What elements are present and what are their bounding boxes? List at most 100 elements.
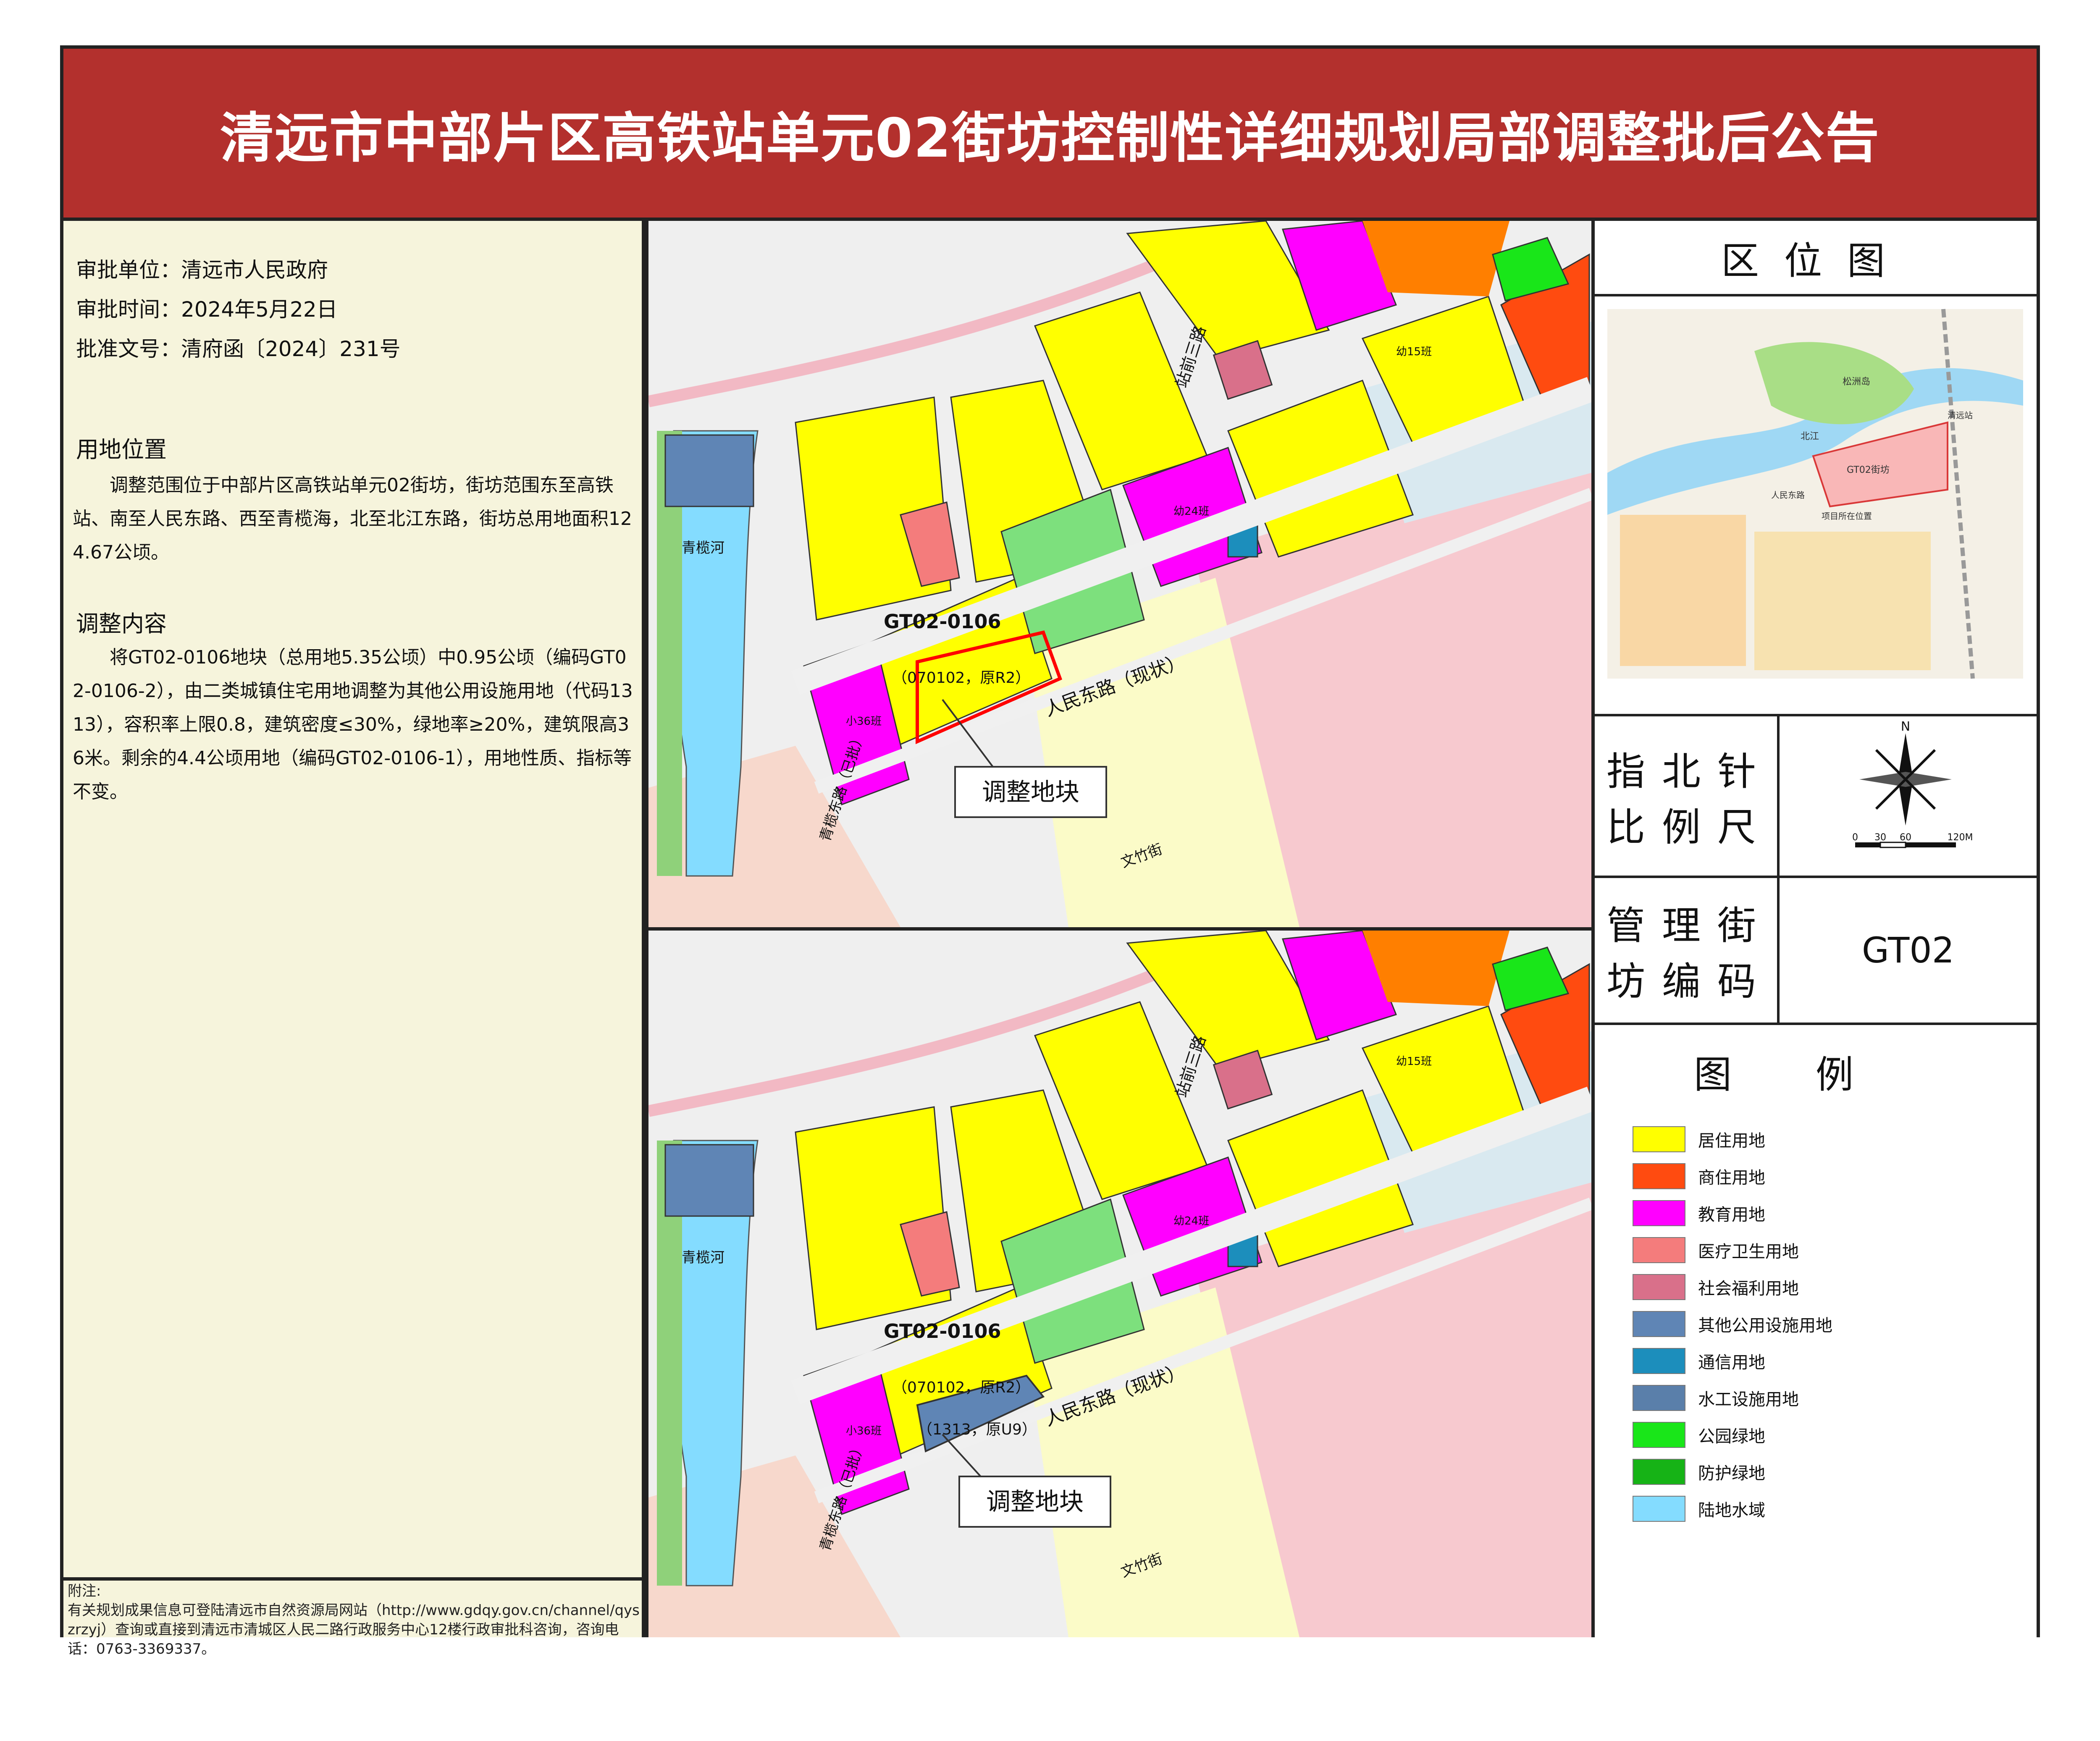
kinder-label-after: 幼15班	[1396, 1055, 1432, 1068]
school-label-before: 小36班	[846, 715, 882, 728]
legend-swatch	[1633, 1163, 1685, 1189]
kinder-label-before: 幼15班	[1396, 346, 1432, 358]
legend-swatch	[1633, 1311, 1685, 1337]
block-code-label: 管理街 坊编码	[1595, 878, 1780, 1023]
school2-label-after: 幼24班	[1173, 1215, 1209, 1227]
legend-item: 通信用地	[1633, 1348, 1765, 1374]
map-before-svg: 青榄河 GT02-0106 （070102，原R2） 人民东路（现状） 青榄东路…	[648, 221, 1591, 927]
legend-swatch	[1633, 1496, 1685, 1522]
parcel-code-after: GT02-0106	[884, 1320, 1001, 1342]
parcel-original-before: （070102，原R2）	[892, 669, 1030, 687]
page-title: 清远市中部片区高铁站单元02街坊控制性详细规划局部调整批后公告	[220, 107, 1880, 170]
block-code-label-1: 管理街	[1606, 903, 1773, 948]
legend-label: 水工设施用地	[1698, 1390, 1799, 1409]
block-code-label-2: 坊编码	[1606, 959, 1773, 1004]
north-scale-label-2: 比例尺	[1606, 805, 1773, 850]
location-heading: 用地位置	[76, 436, 167, 463]
scale-bar	[1855, 842, 1956, 848]
legend-list: 居住用地商住用地教育用地医疗卫生用地 社会福利用地其他公用设施用地 通信用地水工设施…	[1595, 1126, 2037, 1588]
legend-label: 医疗卫生用地	[1698, 1242, 1799, 1261]
legend-item: 陆地水域	[1633, 1495, 1765, 1522]
legend-swatch	[1633, 1422, 1685, 1448]
legend-swatch	[1633, 1237, 1685, 1263]
scale-tick-0: 0	[1852, 832, 1858, 843]
adjustment-heading: 调整内容	[76, 611, 167, 637]
parcel-new-after: （1313，原U9）	[917, 1421, 1037, 1438]
legend-item: 商住用地	[1633, 1163, 1765, 1190]
legend-label: 其他公用设施用地	[1698, 1316, 1832, 1335]
adjustment-text: 将GT02-0106地块（总用地5.35公顷）中0.95公顷（编码GT02-01…	[73, 647, 633, 802]
notes-block: 附注: 有关规划成果信息可登陆清远市自然资源局网站（http://www.gdq…	[68, 1581, 643, 1741]
approval-unit-value: 清远市人民政府	[181, 258, 328, 282]
north-scale-cell: 指北针 比例尺 N 0 30 60 120M	[1595, 716, 2037, 878]
location-map-title-cell: 区位图	[1595, 221, 2037, 296]
divider-left	[645, 221, 648, 1637]
legend-label: 商住用地	[1698, 1168, 1765, 1188]
legend-item: 社会福利用地	[1633, 1274, 1799, 1301]
block-code-cell: 管理街 坊编码 GT02	[1595, 878, 2037, 1025]
legend-label: 社会福利用地	[1698, 1279, 1799, 1298]
legend-swatch	[1633, 1274, 1685, 1300]
map-after-svg: 青榄河 GT02-0106 （070102，原R2） （1313，原U9） 人民…	[648, 931, 1591, 1637]
north-label: N	[1901, 719, 1910, 734]
approval-time-value: 2024年5月22日	[181, 297, 338, 322]
scale-tick-60: 60	[1900, 832, 1911, 843]
legend-label: 通信用地	[1698, 1353, 1765, 1372]
north-scale-label: 指北针 比例尺	[1595, 716, 1780, 876]
approval-doc-value: 清府函〔2024〕231号	[181, 337, 401, 361]
loc-label-station: 清远站	[1948, 410, 1973, 420]
legend-item: 其他公用设施用地	[1633, 1311, 1832, 1337]
legend-item: 教育用地	[1633, 1200, 1765, 1227]
north-arrow-icon	[1859, 733, 1952, 826]
approval-unit-label: 审批单位：	[76, 258, 181, 282]
legend-title-cell: 图例	[1595, 1025, 2037, 1117]
poster-frame: 清远市中部片区高铁站单元02街坊控制性详细规划局部调整批后公告 审批单位：清远市…	[60, 45, 2040, 1657]
legend-label: 陆地水域	[1698, 1501, 1765, 1520]
side-panel: 区位图 松洲岛 GT02街坊 北江 人民东路 项目所在位置 清远站 指北针 比例…	[1595, 221, 2037, 1637]
loc-label-island: 松洲岛	[1843, 377, 1870, 387]
divider-right	[1591, 221, 1595, 1637]
parcel-code-before: GT02-0106	[884, 610, 1001, 633]
river-label: 青榄河	[682, 540, 724, 556]
compass-svg: N 0 30 60 120M	[1852, 719, 1973, 848]
approval-unit-row: 审批单位：清远市人民政府	[76, 250, 401, 290]
location-map-title: 区位图	[1721, 239, 1910, 283]
legend-item: 防护绿地	[1633, 1458, 1765, 1485]
legend-item: 水工设施用地	[1633, 1384, 1799, 1411]
loc-label-road: 人民东路	[1771, 490, 1805, 500]
legend-label: 公园绿地	[1698, 1427, 1765, 1446]
legend-label: 教育用地	[1698, 1205, 1765, 1224]
legend-swatch	[1633, 1200, 1685, 1226]
legend-item: 公园绿地	[1633, 1421, 1765, 1448]
map-before: 青榄河 GT02-0106 （070102，原R2） 人民东路（现状） 青榄东路…	[648, 221, 1591, 931]
legend-swatch	[1633, 1348, 1685, 1374]
school-label-after: 小36班	[846, 1425, 882, 1437]
legend-swatch	[1633, 1126, 1685, 1152]
loc-label-river: 北江	[1801, 431, 1819, 442]
notes-text: 有关规划成果信息可登陆清远市自然资源局网站（http://www.gdqy.go…	[68, 1602, 640, 1657]
location-text: 调整范围位于中部片区高铁站单元02街坊，街坊范围东至高铁站、南至人民东路、西至青…	[73, 475, 632, 563]
callout-before: 调整地块	[982, 778, 1079, 806]
legend-label: 居住用地	[1698, 1131, 1765, 1151]
callout-after: 调整地块	[986, 1487, 1084, 1516]
approval-doc-label: 批准文号：	[76, 337, 181, 361]
approval-info: 审批单位：清远市人民政府 审批时间：2024年5月22日 批准文号：清府函〔20…	[76, 250, 401, 369]
scale-tick-120: 120M	[1948, 832, 1973, 843]
approval-doc-row: 批准文号：清府函〔2024〕231号	[76, 329, 401, 369]
loc-label-project: 项目所在位置	[1822, 511, 1872, 521]
school2-label-before: 幼24班	[1173, 505, 1209, 518]
legend-item: 医疗卫生用地	[1633, 1237, 1799, 1264]
info-panel: 审批单位：清远市人民政府 审批时间：2024年5月22日 批准文号：清府函〔20…	[63, 221, 645, 1657]
location-map-svg: 松洲岛 GT02街坊 北江 人民东路 项目所在位置 清远站	[1607, 309, 2023, 679]
legend-label: 防护绿地	[1698, 1464, 1765, 1483]
approval-time-row: 审批时间：2024年5月22日	[76, 290, 401, 329]
notes-divider	[63, 1577, 642, 1581]
map-after: 青榄河 GT02-0106 （070102，原R2） （1313，原U9） 人民…	[648, 931, 1591, 1637]
legend-title: 图例	[1694, 1053, 1937, 1097]
north-scale-label-1: 指北针	[1606, 749, 1773, 794]
loc-label-gt02: GT02街坊	[1847, 465, 1890, 475]
location-map-cell: 松洲岛 GT02街坊 北江 人民东路 项目所在位置 清远站	[1595, 296, 2037, 716]
legend-item: 居住用地	[1633, 1126, 1765, 1153]
legend-swatch	[1633, 1385, 1685, 1411]
legend-swatch	[1633, 1459, 1685, 1485]
